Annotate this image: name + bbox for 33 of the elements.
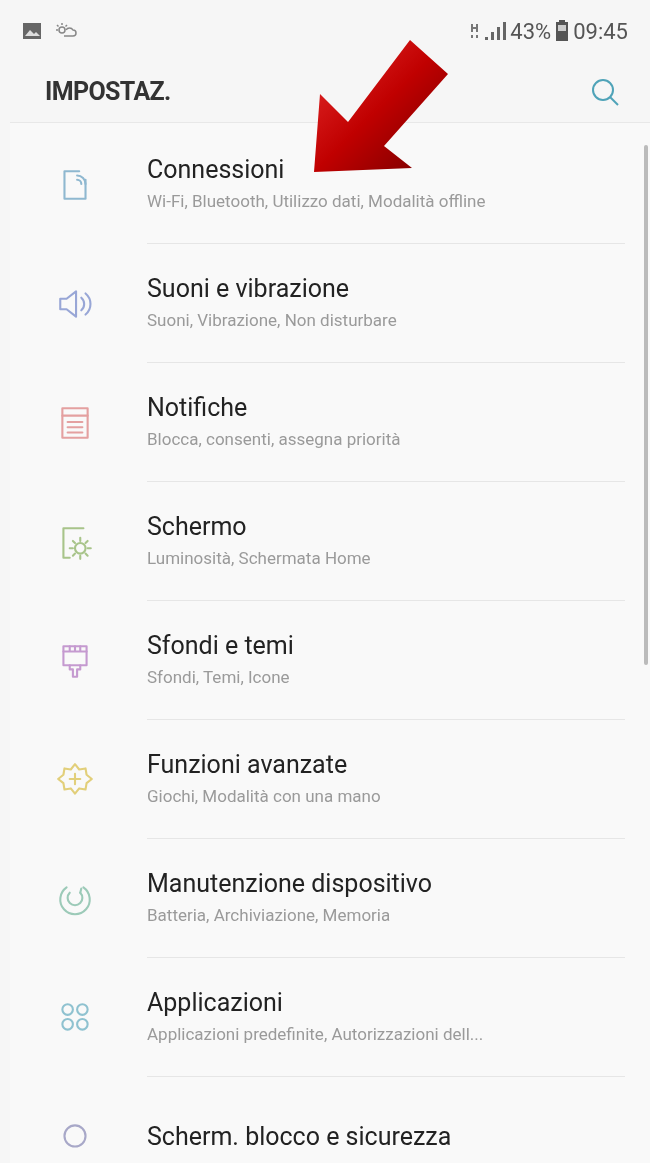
clock-time: 09:45 <box>573 17 628 46</box>
item-title: Manutenzione dispositivo <box>147 867 434 899</box>
settings-item[interactable]: Sfondi e temi Sfondi, Temi, Icone <box>10 601 650 720</box>
settings-item[interactable]: Manutenzione dispositivo Batteria, Archiviazione, Memoria <box>10 839 650 958</box>
item-subtitle: Giochi, Modalità con una mano <box>147 784 382 808</box>
item-title: Sfondi e temi <box>147 629 295 661</box>
item-subtitle: Suoni, Vibrazione, Non disturbare <box>147 308 398 332</box>
item-title: Suoni e vibrazione <box>147 272 351 304</box>
settings-item[interactable]: Scherm. blocco e sicurezza <box>10 1077 650 1163</box>
item-title: Scherm. blocco e sicurezza <box>147 1120 453 1153</box>
item-subtitle: Sfondi, Temi, Icone <box>147 665 291 689</box>
settings-item[interactable]: Funzioni avanzate Giochi, Modalità con una mano <box>10 720 650 839</box>
item-title: Notifiche <box>147 391 249 423</box>
page-title: IMPOSTAZ. <box>45 76 171 109</box>
item-subtitle: Batteria, Archiviazione, Memoria <box>147 903 392 927</box>
battery-percentage: 43% <box>510 17 552 46</box>
settings-item[interactable]: Schermo Luminosità, Schermata Home <box>10 482 650 601</box>
item-subtitle: Wi-Fi, Bluetooth, Utilizzo dati, Modalità offline <box>147 189 487 213</box>
settings-item[interactable]: Applicazioni Applicazioni predefinite, Autorizzazioni dell... <box>10 958 650 1077</box>
item-title: Schermo <box>147 510 248 542</box>
image-icon <box>22 22 42 40</box>
battery-icon <box>555 20 570 42</box>
item-subtitle: Blocca, consenti, assegna priorità <box>147 427 402 451</box>
settings-item[interactable]: Notifiche Blocca, consenti, assegna priorità <box>10 363 650 482</box>
network-type-icon <box>470 22 481 40</box>
item-subtitle: Applicazioni predefinite, Autorizzazioni dell... <box>147 1022 485 1046</box>
settings-item[interactable]: Suoni e vibrazione Suoni, Vibrazione, Non disturbare <box>10 244 650 363</box>
item-title: Connessioni <box>147 153 286 185</box>
signal-icon <box>484 21 507 41</box>
item-title: Funzioni avanzate <box>147 748 349 780</box>
item-title: Applicazioni <box>147 986 284 1018</box>
search-icon[interactable] <box>590 77 620 107</box>
item-subtitle: Luminosità, Schermata Home <box>147 546 372 570</box>
